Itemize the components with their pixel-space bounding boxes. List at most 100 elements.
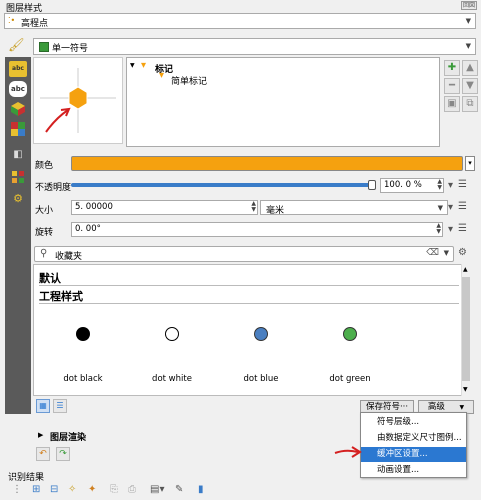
- help-icon[interactable]: ▮: [198, 484, 204, 495]
- renderer-combo[interactable]: 单一符号 ▼: [33, 38, 476, 55]
- highlight-icon[interactable]: ✦: [88, 484, 96, 495]
- fields-icon[interactable]: ◧: [9, 147, 27, 163]
- spin-arrows[interactable]: ▲ ▼: [437, 179, 442, 191]
- color-label: 颜色: [35, 161, 54, 171]
- collapse-icon[interactable]: ▼: [130, 62, 135, 69]
- search-icon: ⚲: [40, 248, 48, 259]
- symbol-dot-black[interactable]: [76, 327, 90, 341]
- select-icon[interactable]: ✧: [68, 484, 76, 495]
- duplicate-button[interactable]: ⧉: [462, 96, 478, 112]
- advanced-label: 高级: [427, 402, 445, 412]
- symbol-dot-white[interactable]: [165, 327, 179, 341]
- layer-render-label[interactable]: 图层渲染: [50, 430, 86, 443]
- move-down-button[interactable]: ▼: [462, 78, 478, 94]
- section-default: 默认: [39, 272, 61, 285]
- advanced-menu: 符号层级... 由数据定义尺寸图例... 缓冲区设置... 动画设置...: [360, 412, 467, 478]
- menu-item-buffer-settings[interactable]: 缓冲区设置...: [361, 447, 466, 462]
- expression-icon[interactable]: ☰: [458, 223, 467, 234]
- color-button[interactable]: [71, 156, 463, 171]
- chevron-down-icon: ▼: [465, 17, 471, 25]
- add-layer-button[interactable]: ✚: [444, 60, 460, 76]
- style-manager-icon[interactable]: ⚙: [458, 247, 467, 258]
- size-value: 5. 00000: [75, 202, 113, 212]
- move-up-button[interactable]: ▲: [462, 60, 478, 76]
- style-sidebar: abc abc ◧ ⚙: [5, 57, 31, 414]
- lock-button[interactable]: ▣: [444, 96, 460, 112]
- symbol-label: dot blue: [243, 374, 279, 384]
- single-symbol-icon: [39, 42, 49, 52]
- symbol-label: dot black: [63, 374, 103, 384]
- opacity-value: 100. 0 %: [384, 180, 422, 190]
- data-defined-override-icon[interactable]: ▾: [448, 202, 453, 213]
- collapse-tree-icon[interactable]: ⊟: [50, 484, 58, 495]
- data-defined-override-icon[interactable]: ▾: [448, 180, 453, 191]
- symbol-label: dot green: [329, 374, 371, 384]
- actions-icon[interactable]: ⚙: [9, 191, 27, 207]
- renderer-label: 单一符号: [52, 44, 89, 54]
- point-layer-icon: ⁚•: [8, 16, 16, 25]
- legend-icon[interactable]: [9, 169, 27, 185]
- symbol-dot-blue[interactable]: [254, 327, 268, 341]
- symbol-dot-green[interactable]: [343, 327, 357, 341]
- spin-arrows[interactable]: ▲ ▼: [251, 201, 256, 213]
- labels-icon[interactable]: abc: [9, 61, 27, 77]
- data-defined-override-icon[interactable]: ▾: [448, 224, 453, 235]
- diagrams-icon[interactable]: [9, 121, 27, 137]
- spin-arrows[interactable]: ▲ ▼: [436, 223, 441, 235]
- expand-icon[interactable]: ▶: [38, 431, 43, 439]
- bottom-toolbar: ⋮ ⊞ ⊟ ✧ ✦ ⎘ ⎙ ▤▾ ✎ ▮: [0, 482, 481, 500]
- opacity-slider-handle[interactable]: [368, 180, 376, 190]
- chevron-down-icon: ▼: [459, 404, 465, 411]
- section-engineering: 工程样式: [39, 290, 83, 303]
- rotation-spinbox[interactable]: 0. 00° ▲ ▼: [71, 222, 443, 237]
- window-buttons[interactable]: 回図: [461, 1, 477, 10]
- menu-item-size-legend[interactable]: 由数据定义尺寸图例...: [361, 431, 466, 446]
- redo-button[interactable]: ↷: [56, 447, 70, 461]
- divider: [39, 303, 459, 304]
- opacity-spinbox[interactable]: 100. 0 % ▲ ▼: [380, 178, 444, 193]
- chevron-down-icon: ▼: [465, 42, 471, 50]
- color-dropdown[interactable]: ▾: [465, 156, 475, 171]
- view-mode-icon[interactable]: ▤▾: [150, 484, 164, 495]
- copy-icon[interactable]: ⎘: [110, 484, 118, 495]
- remove-layer-button[interactable]: ━: [444, 78, 460, 94]
- undo-button[interactable]: ↶: [36, 447, 50, 461]
- clear-icon[interactable]: ⌫: [426, 248, 439, 258]
- divider: [39, 285, 459, 286]
- marker-icon: ▾: [141, 60, 147, 71]
- list-view-button[interactable]: ☰: [53, 399, 67, 413]
- layer-name: 高程点: [21, 19, 49, 29]
- chevron-down-icon: ▼: [437, 204, 443, 212]
- expression-icon[interactable]: ☰: [458, 201, 467, 212]
- icon-view-button[interactable]: ▦: [36, 399, 50, 413]
- unit-combo[interactable]: 毫米 ▼: [260, 200, 448, 216]
- symbol-label: dot white: [152, 374, 192, 384]
- tree-child-label[interactable]: 简单标记: [171, 74, 207, 87]
- expression-icon[interactable]: ☰: [458, 179, 467, 190]
- layer-selector[interactable]: ⁚• 高程点 ▼: [4, 13, 476, 29]
- size-spinbox[interactable]: 5. 00000 ▲ ▼: [71, 200, 258, 215]
- print-icon[interactable]: ⎙: [128, 484, 136, 495]
- scroll-down-icon[interactable]: ▼: [463, 386, 468, 393]
- unit-value: 毫米: [266, 206, 285, 216]
- annotation-arrow: [334, 446, 362, 458]
- mask-icon[interactable]: abc: [9, 81, 27, 97]
- title-bar: 图层样式 回図: [0, 0, 481, 14]
- symbol-preview: [33, 57, 123, 144]
- opacity-slider[interactable]: [71, 183, 376, 187]
- simple-marker-icon: ▾: [159, 70, 165, 81]
- scrollbar-thumb[interactable]: [462, 277, 470, 381]
- symbol-layer-tree[interactable]: ▼ ▾ 标记 ▾ 简单标记: [126, 57, 440, 147]
- rotation-label: 旋转: [35, 228, 54, 238]
- scroll-up-icon[interactable]: ▲: [463, 266, 468, 273]
- 3d-view-icon[interactable]: [9, 101, 27, 117]
- chevron-down-icon[interactable]: ▼: [444, 249, 449, 257]
- paintbrush-icon[interactable]: 🖌: [8, 38, 26, 54]
- menu-item-animation-settings[interactable]: 动画设置...: [361, 463, 466, 478]
- menu-item-symbol-levels[interactable]: 符号层级...: [361, 415, 466, 430]
- identify-icon[interactable]: ⋮: [12, 484, 22, 495]
- symbol-search-field[interactable]: ⚲ 收藏夹 ⌫ ▼: [34, 246, 454, 262]
- symbol-gallery: 默认 工程样式 dot black dot white dot blue dot…: [33, 264, 471, 396]
- expand-tree-icon[interactable]: ⊞: [32, 484, 40, 495]
- settings-icon[interactable]: ✎: [175, 484, 183, 495]
